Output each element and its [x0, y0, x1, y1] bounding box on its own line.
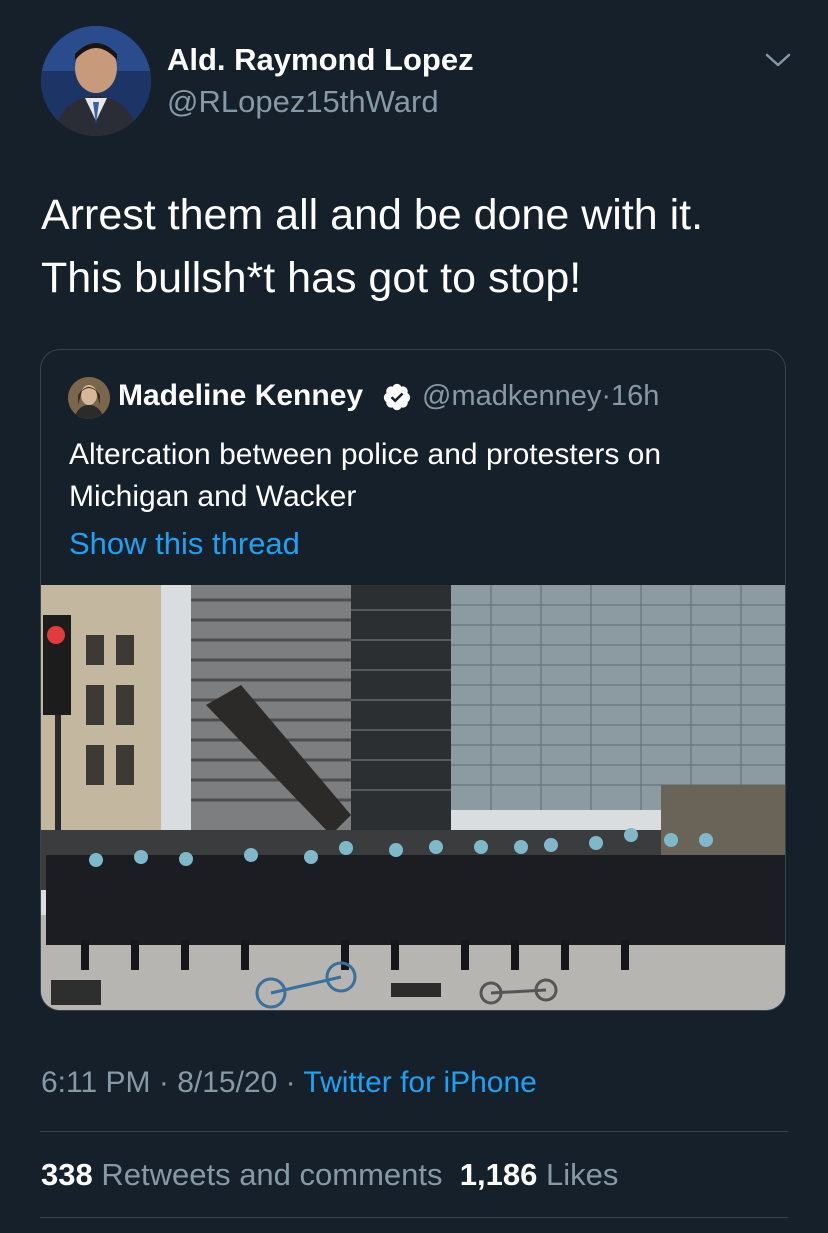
meta-separator: ·	[601, 380, 612, 412]
author-handle[interactable]: @RLopez15thWard	[167, 84, 439, 120]
quoted-author-display-name: Madeline Kenney	[118, 379, 364, 412]
retweets-stat[interactable]: 338 Retweets and comments	[41, 1157, 443, 1192]
quoted-tweet-text: Altercation between police and protester…	[69, 434, 769, 518]
tweet-meta: 6:11 PM · 8/15/20 · Twitter for iPhone	[41, 1066, 537, 1100]
tweet-text: Arrest them all and be done with it. Thi…	[41, 184, 791, 310]
tweet-text-line: This bullsh*t has got to stop!	[41, 254, 582, 302]
tweet-text-line: Arrest them all and be done with it.	[41, 191, 704, 239]
divider	[40, 1217, 788, 1218]
chevron-down-icon[interactable]	[762, 46, 794, 74]
quoted-time-ago: 16h	[611, 380, 660, 412]
likes-count: 1,186	[459, 1157, 538, 1192]
verified-badge-icon	[382, 382, 412, 412]
quoted-tweet-text-line: Altercation between police and protester…	[69, 438, 662, 471]
quoted-tweet-card[interactable]: Madeline Kenney @madkenney·16h Altercati…	[40, 349, 786, 1011]
tweet-date[interactable]: 8/15/20	[177, 1066, 277, 1099]
quoted-tweet-meta: @madkenney·16h	[422, 380, 659, 413]
author-display-name[interactable]: Ald. Raymond Lopez	[167, 42, 474, 78]
quoted-tweet-media[interactable]	[41, 585, 785, 1010]
quoted-tweet-text-line: Michigan and Wacker	[69, 480, 357, 513]
tweet-source-link[interactable]: Twitter for iPhone	[303, 1066, 536, 1099]
tweet-stats: 338 Retweets and comments 1,186 Likes	[41, 1157, 618, 1193]
meta-separator: ·	[285, 1066, 296, 1099]
author-avatar[interactable]	[41, 26, 151, 136]
retweets-count: 338	[41, 1157, 93, 1192]
likes-stat[interactable]: 1,186 Likes	[460, 1157, 619, 1192]
quoted-author-avatar	[68, 377, 110, 419]
retweets-label: Retweets and comments	[101, 1157, 443, 1192]
likes-label: Likes	[545, 1157, 619, 1192]
show-thread-link[interactable]: Show this thread	[69, 526, 300, 562]
quoted-author-handle: @madkenney	[422, 380, 602, 412]
meta-separator: ·	[158, 1066, 169, 1099]
divider	[40, 1131, 788, 1132]
tweet-time[interactable]: 6:11 PM	[41, 1066, 151, 1099]
